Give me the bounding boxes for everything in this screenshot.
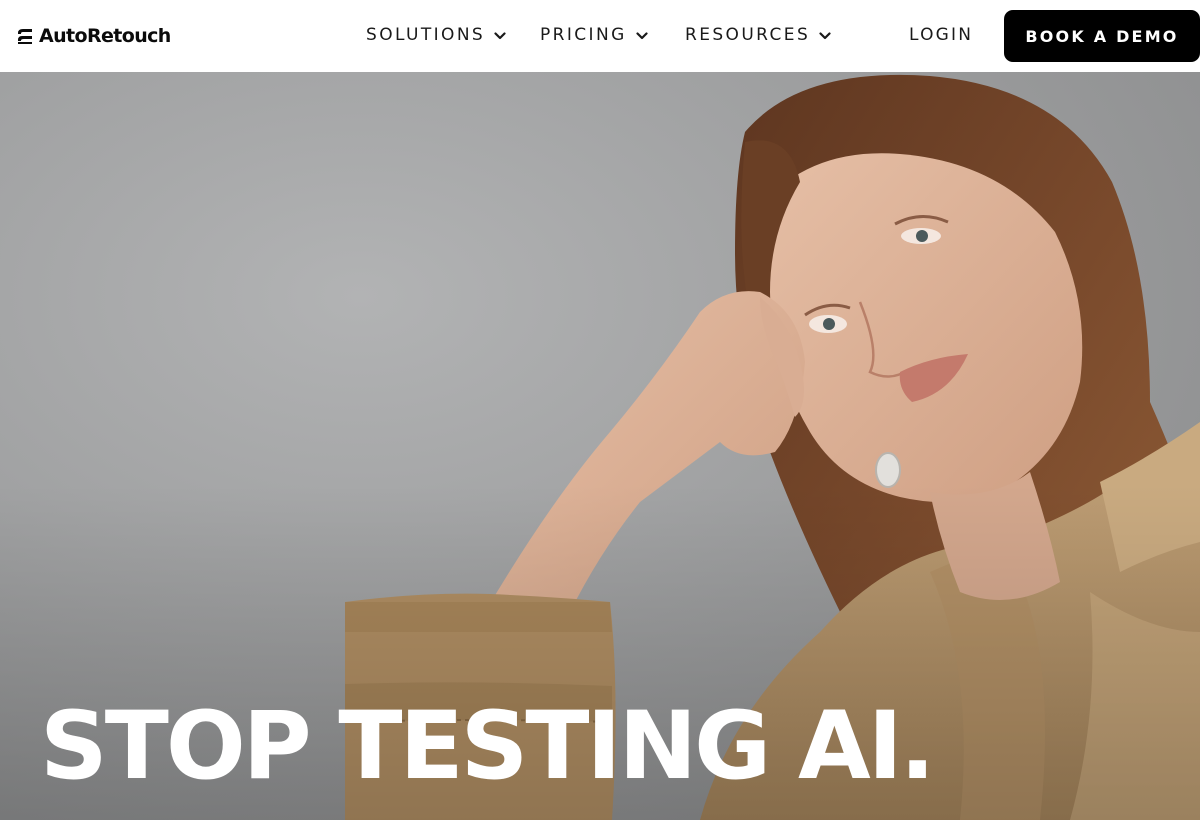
- nav-resources-label: RESOURCES: [685, 25, 811, 45]
- nav-pricing[interactable]: PRICING: [540, 22, 648, 48]
- logo-mark-icon: [18, 29, 32, 44]
- login-link[interactable]: LOGIN: [909, 22, 973, 48]
- nav-solutions[interactable]: SOLUTIONS: [366, 22, 506, 48]
- chevron-down-icon: [819, 32, 831, 40]
- hero-section: STOP TESTING AI.: [0, 72, 1200, 820]
- book-demo-button[interactable]: BOOK A DEMO: [1004, 10, 1200, 62]
- nav-resources[interactable]: RESOURCES: [685, 22, 831, 48]
- chevron-down-icon: [494, 32, 506, 40]
- nav-pricing-label: PRICING: [540, 25, 627, 45]
- hero-headline: STOP TESTING AI.: [40, 692, 935, 801]
- logo[interactable]: AutoRetouch: [16, 22, 171, 50]
- logo-text: AutoRetouch: [39, 25, 171, 47]
- site-header: AutoRetouch SOLUTIONS PRICING RESOURCES …: [0, 0, 1200, 72]
- chevron-down-icon: [636, 32, 648, 40]
- nav-solutions-label: SOLUTIONS: [366, 25, 486, 45]
